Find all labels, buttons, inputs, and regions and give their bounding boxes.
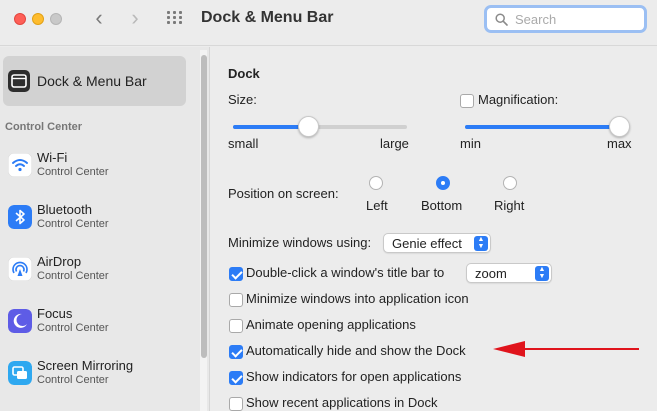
magnification-slider-fill (465, 125, 619, 129)
size-slider-fill (233, 125, 308, 129)
sidebar-item-focus[interactable]: Focus Control Center (3, 297, 186, 347)
sidebar-item-sublabel: Control Center (37, 270, 109, 282)
position-option-label: Left (366, 198, 388, 213)
magnification-min-label: min (460, 136, 481, 151)
size-max-label: large (380, 136, 409, 151)
window-title: Dock & Menu Bar (201, 9, 334, 26)
double-click-label: Double-click a window's title bar to (246, 265, 445, 280)
back-button[interactable]: ‹ (88, 7, 110, 30)
double-click-checkbox[interactable] (229, 267, 243, 281)
minimize-label: Minimize windows using: (228, 235, 372, 250)
screen-mirroring-icon (8, 361, 32, 385)
sidebar-item-sublabel: Control Center (37, 322, 109, 334)
double-click-action-popup[interactable]: zoom ▲ ▼ (466, 263, 552, 283)
sidebar-section-header: Control Center (5, 121, 82, 133)
sidebar-item-dock-menu-bar[interactable]: Dock & Menu Bar (3, 56, 186, 106)
magnification-label: Magnification: (478, 92, 559, 107)
sidebar-item-label: Focus (37, 306, 73, 321)
sidebar-item-sublabel: Control Center (37, 374, 109, 386)
forward-button[interactable]: › (124, 7, 146, 30)
minimize-into-icon-checkbox[interactable] (229, 293, 243, 307)
minimize-effect-popup[interactable]: Genie effect ▲ ▼ (383, 233, 491, 253)
sidebar-item-label: Screen Mirroring (37, 358, 134, 373)
show-all-grid-icon[interactable] (167, 11, 186, 27)
magnification-slider-knob[interactable] (609, 116, 630, 137)
focus-moon-icon (8, 309, 32, 333)
size-min-label: small (228, 136, 259, 151)
size-label: Size: (228, 92, 257, 107)
annotation-arrow-icon (493, 341, 639, 357)
airdrop-icon (8, 257, 32, 281)
position-radio-left[interactable] (369, 176, 383, 190)
checkbox-label: Automatically hide and show the Dock (246, 343, 466, 358)
dock-menubar-icon (8, 70, 30, 92)
magnification-slider[interactable] (465, 116, 630, 137)
sidebar-item-label: AirDrop (37, 254, 82, 269)
search-input[interactable] (515, 10, 635, 28)
close-window-button[interactable] (14, 13, 26, 25)
minimize-window-button[interactable] (32, 13, 44, 25)
size-slider[interactable] (233, 116, 407, 137)
chevron-updown-icon: ▲ ▼ (474, 236, 488, 251)
checkbox-label: Show indicators for open applications (246, 369, 462, 384)
minimize-effect-value: Genie effect (392, 236, 462, 251)
position-label: Position on screen: (228, 186, 339, 201)
size-slider-knob[interactable] (298, 116, 319, 137)
sidebar-item-label: Dock & Menu Bar (37, 73, 147, 89)
magnification-checkbox[interactable] (460, 94, 474, 108)
sidebar: Dock & Menu Bar Control Center Wi-Fi Con… (0, 47, 210, 411)
sidebar-item-airdrop[interactable]: AirDrop Control Center (3, 245, 186, 295)
sidebar-item-label: Bluetooth (37, 202, 92, 217)
position-option-label: Right (494, 198, 525, 213)
checkbox-label: Minimize windows into application icon (246, 291, 469, 306)
sidebar-item-bluetooth[interactable]: Bluetooth Control Center (3, 193, 186, 243)
wifi-icon (8, 153, 32, 177)
show-indicators-checkbox[interactable] (229, 371, 243, 385)
checkbox-label: Animate opening applications (246, 317, 416, 332)
position-radio-right[interactable] (503, 176, 517, 190)
sidebar-item-screen-mirroring[interactable]: Screen Mirroring Control Center (3, 349, 186, 399)
bluetooth-icon (8, 205, 32, 229)
chevron-updown-icon: ▲ ▼ (535, 266, 549, 281)
auto-hide-dock-checkbox[interactable] (229, 345, 243, 359)
double-click-action-value: zoom (475, 266, 507, 281)
title-bar: ‹ › Dock & Menu Bar (0, 0, 657, 46)
search-box[interactable] (484, 5, 647, 33)
section-title-dock: Dock (228, 66, 260, 81)
sidebar-item-sublabel: Control Center (37, 218, 109, 230)
sidebar-item-wifi[interactable]: Wi-Fi Control Center (3, 141, 186, 191)
position-radio-bottom[interactable] (436, 176, 450, 190)
search-icon (495, 13, 508, 26)
show-recent-apps-checkbox[interactable] (229, 397, 243, 411)
sidebar-item-label: Wi-Fi (37, 150, 68, 165)
position-option-label: Bottom (421, 198, 463, 213)
sidebar-scrollbar-thumb[interactable] (201, 55, 207, 358)
checkbox-label: Show recent applications in Dock (246, 395, 438, 410)
animate-opening-checkbox[interactable] (229, 319, 243, 333)
zoom-window-button[interactable] (50, 13, 62, 25)
sidebar-item-sublabel: Control Center (37, 166, 109, 178)
magnification-max-label: max (607, 136, 632, 151)
